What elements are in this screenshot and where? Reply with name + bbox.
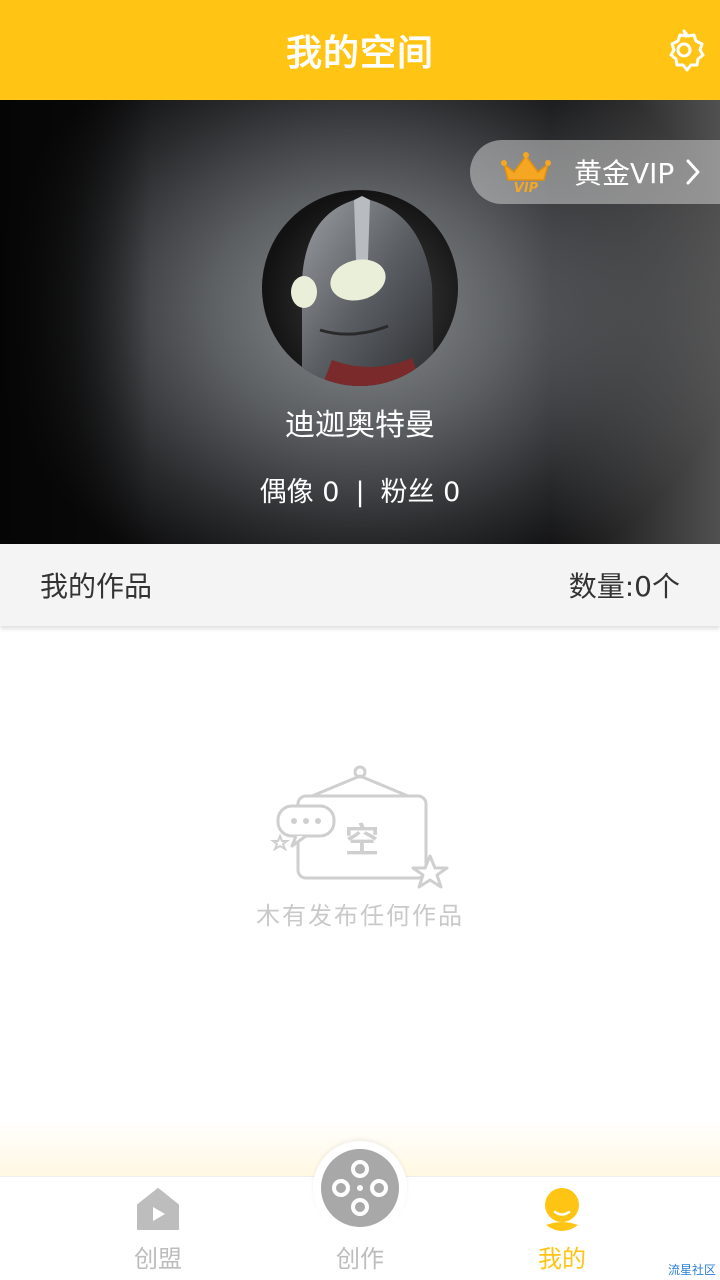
nav-tab-chuangmeng[interactable]: 创盟 bbox=[78, 1177, 238, 1280]
create-button[interactable] bbox=[313, 1141, 407, 1235]
gear-icon bbox=[669, 29, 705, 72]
page-title: 我的空间 bbox=[285, 33, 434, 74]
empty-badge-text: 空 bbox=[345, 821, 379, 861]
top-bar: 我的空间 bbox=[0, 0, 720, 100]
user-icon bbox=[545, 1188, 579, 1231]
empty-board-icon: 空 bbox=[270, 765, 449, 889]
nav-tab-mine[interactable]: 我的 bbox=[482, 1177, 642, 1280]
nav-label-chuangmeng: 创盟 bbox=[134, 1245, 182, 1273]
works-header: 我的作品 数量:0个 bbox=[0, 544, 720, 626]
follow-stats: 偶像 0 | 粉丝 0 bbox=[0, 470, 720, 509]
fans-count[interactable]: 粉丝 0 bbox=[381, 477, 461, 508]
profile-header: VIP 黄金VIP 迪迦奥特曼 偶像 0 | 粉丝 0 bbox=[0, 100, 720, 544]
nav-label-create: 创作 bbox=[336, 1245, 384, 1273]
home-play-icon bbox=[137, 1188, 179, 1230]
crown-icon: VIP bbox=[501, 152, 551, 194]
works-title: 我的作品 bbox=[40, 570, 153, 603]
film-reel-icon bbox=[332, 1160, 388, 1216]
settings-button[interactable] bbox=[662, 28, 706, 72]
stats-separator: | bbox=[355, 477, 365, 508]
svg-text:VIP: VIP bbox=[514, 181, 539, 194]
avatar-image bbox=[291, 196, 434, 386]
watermark: 流星社区 bbox=[667, 1263, 716, 1277]
works-count: 数量:0个 bbox=[568, 570, 680, 603]
empty-message: 木有发布任何作品 bbox=[256, 902, 464, 930]
username: 迪迦奥特曼 bbox=[285, 408, 435, 443]
chevron-right-icon bbox=[686, 159, 700, 185]
create-button-inner bbox=[321, 1149, 399, 1227]
nav-label-mine: 我的 bbox=[538, 1245, 586, 1273]
idols-count[interactable]: 偶像 0 bbox=[260, 477, 340, 508]
avatar[interactable] bbox=[262, 190, 458, 386]
vip-badge-button[interactable]: VIP 黄金VIP bbox=[470, 140, 720, 204]
vip-label: 黄金VIP bbox=[574, 157, 675, 190]
empty-state: 空 木有发布任何作品 bbox=[240, 760, 480, 940]
